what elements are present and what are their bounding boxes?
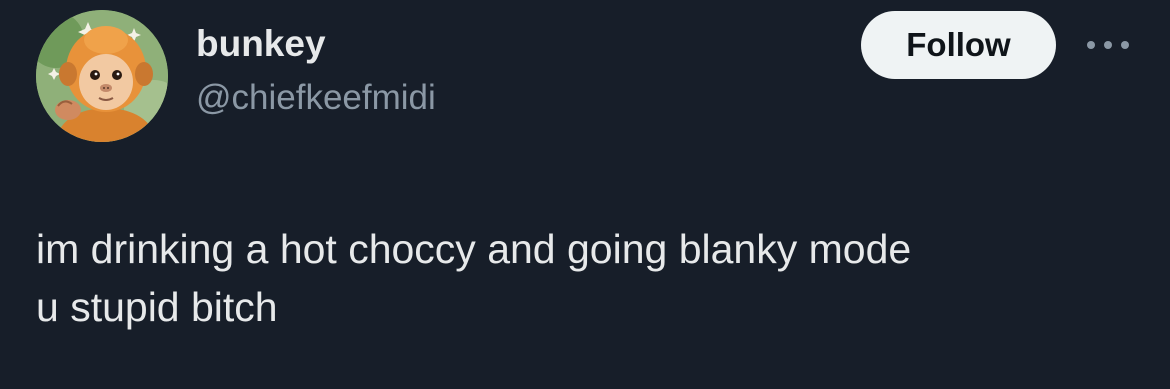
display-name[interactable]: bunkey: [196, 22, 436, 66]
tweet-card: bunkey @chiefkeefmidi Follow im drinking…: [0, 0, 1170, 389]
tweet-text: im drinking a hot choccy and going blank…: [36, 226, 912, 330]
follow-button[interactable]: Follow: [861, 11, 1056, 79]
more-options-button[interactable]: [1080, 30, 1136, 60]
user-handle[interactable]: @chiefkeefmidi: [196, 74, 436, 122]
baby-monkey-avatar-icon: [36, 10, 168, 142]
author-names: bunkey @chiefkeefmidi: [196, 22, 436, 122]
avatar[interactable]: [36, 10, 168, 142]
more-horizontal-icon: [1087, 41, 1129, 49]
